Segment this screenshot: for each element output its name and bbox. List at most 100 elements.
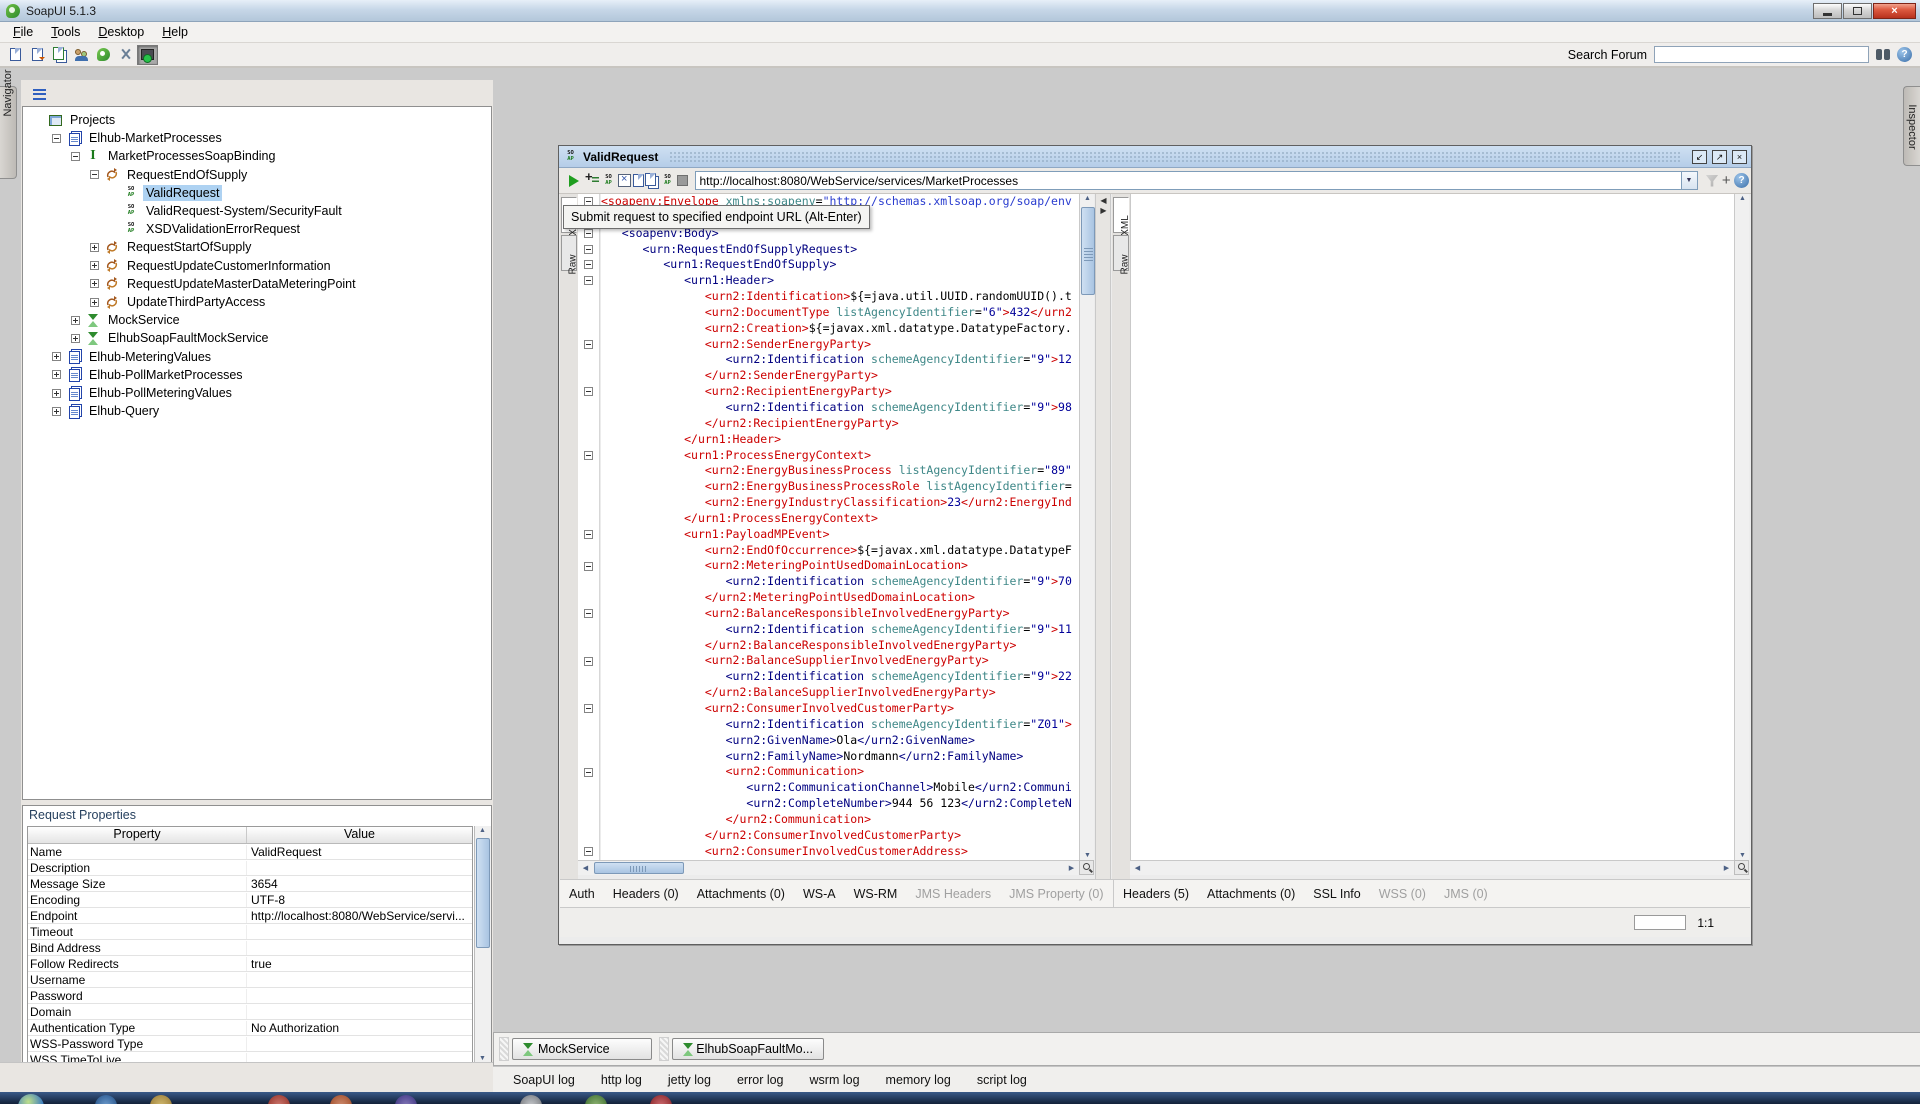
xml-line[interactable]: <urn2:Creation>${=javax.xml.datatype.Dat… (601, 321, 1079, 337)
search-forum-input[interactable] (1654, 46, 1869, 63)
xml-line[interactable]: <urn2:EnergyIndustryClassification>23</u… (601, 495, 1079, 511)
tree-item-label[interactable]: Elhub-MarketProcesses (86, 130, 225, 146)
tree-item-label[interactable]: Elhub-PollMeteringValues (86, 385, 235, 401)
fold-collapse-icon[interactable] (584, 609, 593, 618)
fold-collapse-icon[interactable] (584, 657, 593, 666)
property-row-wss-password-type[interactable]: WSS-Password Type (28, 1036, 472, 1052)
xml-line[interactable]: </urn2:SenderEnergyParty> (601, 368, 1079, 384)
dock-button-mockservice[interactable]: MockService (512, 1038, 652, 1060)
tree-item-label[interactable]: Elhub-Query (86, 403, 162, 419)
dock-button-elhubsoapfault[interactable]: ElhubSoapFaultMo... (672, 1038, 824, 1060)
tree-item-projects[interactable]: Projects (33, 111, 118, 129)
minimize-button[interactable] (1813, 3, 1842, 19)
request-tab-headers-0-[interactable]: Headers (0) (613, 887, 679, 901)
request-tab-ws-rm[interactable]: WS-RM (854, 887, 898, 901)
tree-item-label[interactable]: Projects (67, 112, 118, 128)
start-button[interactable] (18, 1094, 44, 1104)
request-help-icon[interactable]: ? (1734, 171, 1749, 190)
maximize-button[interactable] (1843, 3, 1872, 19)
cancel-request-icon[interactable] (677, 171, 689, 190)
tree-item-label[interactable]: Elhub-MeteringValues (86, 349, 214, 365)
fold-gutter[interactable] (578, 194, 600, 860)
property-value[interactable]: No Authorization (247, 1021, 472, 1035)
taskbar-icon[interactable] (95, 1095, 117, 1104)
property-row-bind-address[interactable]: Bind Address (28, 940, 472, 956)
fold-collapse-icon[interactable] (584, 387, 593, 396)
import-project-icon[interactable] (27, 45, 48, 65)
tree-item-label[interactable]: UpdateThirdPartyAccess (124, 294, 268, 310)
tree-item-label[interactable]: Elhub-PollMarketProcesses (86, 367, 246, 383)
taskbar-icon[interactable] (268, 1095, 290, 1104)
response-vertical-scrollbar[interactable]: ▲ ▼ (1734, 194, 1749, 860)
xml-line[interactable]: <urn2:Identification schemeAgencyIdentif… (601, 669, 1079, 685)
tree-item-requeststartofsupply[interactable]: RequestStartOfSupply (90, 238, 254, 256)
xml-line[interactable]: <urn2:Identification>${=java.util.UUID.r… (601, 289, 1079, 305)
search-icon[interactable] (1876, 49, 1890, 60)
property-row-authentication-type[interactable]: Authentication TypeNo Authorization (28, 1020, 472, 1036)
scroll-right-icon[interactable]: ▶ (1719, 864, 1734, 872)
expand-icon[interactable] (52, 407, 61, 416)
xml-line[interactable]: <urn1:RequestEndOfSupply> (601, 257, 1079, 273)
xml-line[interactable]: <urn2:EnergyBusinessProcess listAgencyId… (601, 463, 1079, 479)
clone-request-icon[interactable]: SOAP (601, 171, 616, 190)
copy-document-icon[interactable] (647, 171, 659, 190)
property-row-encoding[interactable]: EncodingUTF-8 (28, 892, 472, 908)
tree-item-label[interactable]: MockService (105, 312, 183, 328)
property-row-description[interactable]: Description (28, 860, 472, 876)
response-raw-tab[interactable]: Raw (1113, 235, 1129, 271)
xml-line[interactable]: <urn2:GivenName>Ola</urn2:GivenName> (601, 733, 1079, 749)
submit-request-icon[interactable] (565, 171, 584, 190)
forum-icon[interactable] (71, 45, 92, 65)
taskbar-icon[interactable] (395, 1095, 417, 1104)
property-row-timeout[interactable]: Timeout (28, 924, 472, 940)
save-all-projects-icon[interactable] (49, 45, 70, 65)
tree-item-label[interactable]: RequestStartOfSupply (124, 239, 254, 255)
split-divider[interactable]: ◀▶ (1095, 194, 1111, 879)
expand-icon[interactable] (90, 261, 99, 270)
request-horizontal-scrollbar[interactable]: ◀ ▶ (578, 860, 1079, 875)
xml-line[interactable]: <urn2:FamilyName>Nordmann</urn2:FamilyNa… (601, 749, 1079, 765)
fold-collapse-icon[interactable] (584, 562, 593, 571)
restore-window-icon[interactable]: ↙ (1692, 150, 1707, 164)
property-row-follow-redirects[interactable]: Follow Redirectstrue (28, 956, 472, 972)
xml-line[interactable]: <urn2:Identification schemeAgencyIdentif… (601, 400, 1079, 416)
property-row-password[interactable]: Password (28, 988, 472, 1004)
drag-handle[interactable] (499, 1037, 509, 1061)
scrollbar-thumb[interactable] (1081, 207, 1095, 295)
tree-options-icon[interactable] (33, 89, 46, 100)
fold-collapse-icon[interactable] (584, 276, 593, 285)
log-tab-http-log[interactable]: http log (601, 1073, 642, 1087)
xml-line[interactable]: <urn2:BalanceSupplierInvolvedEnergyParty… (601, 653, 1079, 669)
property-value[interactable]: 3654 (247, 877, 472, 891)
scroll-right-icon[interactable]: ▶ (1064, 864, 1079, 872)
fold-collapse-icon[interactable] (584, 451, 593, 460)
fold-collapse-icon[interactable] (584, 245, 593, 254)
tree-item-label[interactable]: ValidRequest (143, 185, 222, 201)
recreate-request-icon[interactable] (618, 171, 631, 190)
expand-icon[interactable] (90, 243, 99, 252)
maximize-window-icon[interactable]: ↗ (1712, 150, 1727, 164)
menu-item-tools[interactable]: Tools (42, 23, 89, 41)
fold-collapse-icon[interactable] (584, 530, 593, 539)
scroll-up-icon[interactable]: ▲ (1080, 195, 1095, 202)
xml-line[interactable]: <urn1:PayloadMPEvent> (601, 527, 1079, 543)
response-zoom-button[interactable] (1734, 860, 1749, 875)
create-document-icon[interactable] (633, 171, 645, 190)
scroll-down-icon[interactable]: ▼ (1080, 852, 1095, 859)
tree-item-requestupdatemasterdatameteringpoint[interactable]: RequestUpdateMasterDataMeteringPoint (90, 275, 359, 293)
log-tab-jetty-log[interactable]: jetty log (668, 1073, 711, 1087)
response-horizontal-scrollbar[interactable]: ◀ ▶ (1130, 860, 1734, 875)
log-tab-script-log[interactable]: script log (977, 1073, 1027, 1087)
xml-line[interactable]: </urn2:RecipientEnergyParty> (601, 416, 1079, 432)
scroll-down-icon[interactable]: ▼ (1735, 852, 1750, 859)
add-endpoint-icon[interactable]: + (1721, 171, 1733, 190)
soap-action-icon[interactable]: SOAP (660, 171, 675, 190)
menu-item-desktop[interactable]: Desktop (89, 23, 153, 41)
tree-item-label[interactable]: RequestUpdateCustomerInformation (124, 258, 334, 274)
tree-item-label[interactable]: RequestUpdateMasterDataMeteringPoint (124, 276, 359, 292)
response-tab-headers-5-[interactable]: Headers (5) (1123, 887, 1189, 901)
launch-monitor-icon[interactable] (137, 45, 158, 65)
property-row-name[interactable]: NameValidRequest (28, 844, 472, 860)
xml-line[interactable]: </urn2:MeteringPointUsedDomainLocation> (601, 590, 1079, 606)
property-value[interactable]: true (247, 957, 472, 971)
